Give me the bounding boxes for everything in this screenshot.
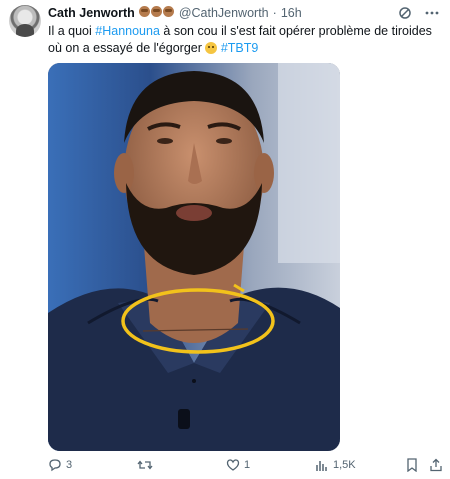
- tweet-photo[interactable]: [48, 63, 340, 451]
- heart-icon: [226, 458, 240, 472]
- avatar[interactable]: [9, 5, 41, 37]
- tweet-header: Cath Jenworth @CathJenworth · 16h: [48, 5, 302, 21]
- reply-button[interactable]: 3: [48, 458, 72, 472]
- tweet-text-start: Il a quoi: [48, 24, 96, 38]
- tweet: Cath Jenworth @CathJenworth · 16h Il a q…: [0, 0, 450, 479]
- views-count: 1,5K: [333, 459, 356, 471]
- share-button[interactable]: [429, 458, 443, 472]
- author-handle[interactable]: @CathJenworth: [179, 6, 269, 20]
- bookmark-button[interactable]: [406, 458, 418, 472]
- more-options-icon[interactable]: [424, 6, 440, 20]
- like-button[interactable]: 1: [226, 458, 250, 472]
- separator-dot: ·: [272, 6, 277, 20]
- timestamp[interactable]: 16h: [281, 6, 302, 20]
- monkey-emoji-icon: [162, 6, 174, 17]
- tweet-text: Il a quoi #Hannouna à son cou il s'est f…: [48, 23, 440, 57]
- bookmark-icon: [406, 458, 418, 472]
- monkey-emoji-icon: [150, 6, 162, 17]
- grok-icon[interactable]: [398, 6, 412, 20]
- retweet-button[interactable]: [137, 458, 157, 472]
- hashtag-link[interactable]: #TBT9: [221, 41, 259, 55]
- author-emojis: [138, 6, 175, 20]
- analytics-icon: [315, 458, 329, 472]
- share-icon: [429, 458, 443, 472]
- retweet-icon: [137, 458, 153, 472]
- header-actions: [398, 6, 440, 20]
- like-count: 1: [244, 459, 251, 471]
- hashtag-link[interactable]: #Hannouna: [95, 24, 160, 38]
- author-name[interactable]: Cath Jenworth: [48, 6, 135, 20]
- reply-count: 3: [66, 459, 73, 471]
- views-button[interactable]: 1,5K: [315, 458, 356, 472]
- monkey-emoji-icon: [138, 6, 150, 17]
- thinking-face-icon: [205, 42, 218, 54]
- reply-icon: [48, 458, 62, 472]
- action-bar: 3 1 1,5K: [48, 458, 444, 476]
